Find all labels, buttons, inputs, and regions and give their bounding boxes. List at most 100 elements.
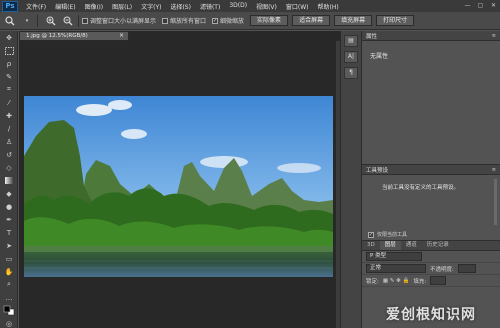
tab-layers[interactable]: 图层 [379, 241, 401, 250]
menu-view[interactable]: 视图(V) [256, 2, 277, 11]
marquee-icon[interactable] [0, 44, 18, 57]
menu-edit[interactable]: 编辑(E) [55, 2, 75, 11]
zoom-in-icon[interactable] [44, 14, 58, 28]
menu-layer[interactable]: 图层(L) [112, 2, 132, 11]
brush-icon[interactable]: ∕ [0, 122, 18, 135]
move-icon[interactable]: ✥ [0, 31, 18, 44]
lock-label: 锁定: [366, 278, 379, 285]
eraser-icon[interactable]: ◇ [0, 161, 18, 174]
menu-file[interactable]: 文件(F) [26, 2, 46, 11]
blend-row: 正常 不透明度: [362, 263, 500, 275]
tool-preset-dropdown-icon[interactable]: ▾ [20, 14, 34, 28]
eyedropper-icon[interactable]: ⁄ [0, 96, 18, 109]
right-panels: 属性 ≡ 无属性 工具预设 ≡ 当前工具没有定义的工具预设。 ✓ 仅限当前工具 … [362, 31, 500, 328]
image-canvas[interactable] [24, 96, 333, 277]
paragraph-panel-icon[interactable]: ¶ [344, 67, 358, 79]
character-panel-icon[interactable]: A| [344, 51, 358, 63]
opacity-field[interactable] [457, 264, 476, 273]
collapsed-panel-column: ▤ A| ¶ [340, 31, 362, 328]
actual-pixels-button[interactable]: 实际像素 [250, 15, 289, 26]
tool-presets-title: 工具预设 [366, 167, 389, 174]
checkbox-label: 调整窗口大小以满屏显示 [90, 18, 157, 25]
menu-filter[interactable]: 滤镜(T) [200, 2, 220, 11]
panel-menu-icon[interactable]: ≡ [492, 167, 496, 173]
kind-filter-dropdown[interactable]: P 类型 [366, 252, 422, 261]
tab-3d[interactable]: 3D [362, 241, 380, 250]
document-tab[interactable]: 1.jpg @ 12.5%(RGB/8) × [19, 31, 129, 41]
close-window-button[interactable]: ✕ [490, 2, 497, 9]
checkmark-icon[interactable]: ✓ [212, 17, 219, 24]
window-controls: — ▢ ✕ [464, 2, 497, 9]
fill-label: 填充: [413, 278, 427, 285]
color-swatch-icon[interactable] [0, 304, 18, 317]
minimize-button[interactable]: — [464, 2, 471, 9]
menu-bar: Ps 文件(F) 编辑(E) 图像(I) 图层(L) 文字(Y) 选择(S) 滤… [0, 0, 500, 12]
pen-icon[interactable]: ✒ [0, 213, 18, 226]
watermark-text: 爱创根知识网 [386, 307, 476, 323]
current-tool-only-checkbox[interactable]: ✓ 仅限当前工具 [368, 231, 407, 238]
dodge-icon[interactable]: ● [0, 200, 18, 213]
layer-filter-row: P 类型 [362, 251, 500, 263]
history-panel-icon[interactable]: ▤ [344, 35, 358, 47]
menu-select[interactable]: 选择(S) [170, 2, 191, 11]
crop-icon[interactable]: ⌗ [0, 83, 18, 96]
presets-scrollbar[interactable] [494, 179, 497, 225]
blur-icon[interactable]: ◆ [0, 187, 18, 200]
zoom-all-windows-checkbox[interactable]: 缩放所有窗口 [162, 16, 206, 25]
zoom-icon[interactable]: ⌕ [0, 278, 18, 291]
opacity-label: 不透明度: [430, 266, 454, 273]
tab-channels[interactable]: 通道 [401, 241, 422, 250]
fit-screen-button[interactable]: 适合屏幕 [292, 15, 331, 26]
menu-type[interactable]: 文字(Y) [141, 2, 161, 11]
lock-row: 锁定: ▦ ✎ ✥ 🔒 填充: [362, 275, 500, 287]
path-select-icon[interactable]: ➤ [0, 239, 18, 252]
checkbox-box[interactable] [162, 17, 169, 24]
quickmask-icon[interactable]: ◎ [0, 317, 18, 328]
fill-screen-button[interactable]: 填充屏幕 [334, 15, 373, 26]
layers-tab-bar: 3D 图层 通道 历史记录 [362, 241, 500, 251]
no-properties-label: 无属性 [370, 53, 389, 60]
checkbox-label: 仅限当前工具 [377, 232, 408, 238]
checkbox-label: 缩放所有窗口 [170, 18, 207, 25]
shape-icon[interactable]: ▭ [0, 252, 18, 265]
hand-icon[interactable]: ✋ [0, 265, 18, 278]
lock-icons[interactable]: ▦ ✎ ✥ 🔒 [383, 278, 410, 284]
document-tab-title: 1.jpg @ 12.5%(RGB/8) [26, 33, 88, 39]
gradient-icon[interactable] [0, 174, 18, 187]
print-size-button[interactable]: 打印尺寸 [376, 15, 415, 26]
properties-title: 属性 [366, 33, 378, 40]
tab-history[interactable]: 历史记录 [422, 241, 454, 250]
close-document-icon[interactable]: × [119, 32, 124, 40]
separator [78, 14, 79, 27]
menu-help[interactable]: 帮助(H) [318, 2, 339, 11]
options-bar: ▾ 调整窗口大小以满屏显示 缩放所有窗口 ✓ 细微缩放 实际像素 适合屏幕 填充… [0, 12, 500, 30]
quick-select-icon[interactable]: ✎ [0, 70, 18, 83]
zoom-tool-icon[interactable] [3, 14, 17, 28]
zoom-out-icon[interactable] [61, 14, 75, 28]
no-presets-text: 当前工具没有定义的工具预设。 [382, 185, 460, 191]
type-icon[interactable]: T [0, 226, 18, 239]
properties-panel-header[interactable]: 属性 ≡ [362, 31, 500, 41]
history-brush-icon[interactable]: ↺ [0, 148, 18, 161]
photoshop-logo: Ps [2, 0, 18, 12]
checkbox-box[interactable] [82, 17, 88, 24]
menu-window[interactable]: 窗口(W) [286, 2, 309, 11]
lasso-icon[interactable]: ρ [0, 57, 18, 70]
fill-field[interactable] [430, 276, 447, 285]
resize-windows-checkbox[interactable]: 调整窗口大小以满屏显示 [82, 16, 156, 25]
landscape-photo [24, 96, 333, 277]
panel-menu-icon[interactable]: ≡ [492, 33, 496, 39]
scrubby-zoom-checkbox[interactable]: ✓ 细微缩放 [212, 16, 244, 25]
more-icon[interactable]: … [0, 291, 18, 304]
tools-panel: ✥ ρ ✎ ⌗ ⁄ ✚ ∕ ♙ ↺ ◇ ◆ ● ✒ T ➤ ▭ ✋ ⌕ … ◎ … [0, 31, 18, 328]
checkmark-icon[interactable]: ✓ [368, 231, 374, 238]
menu-3d[interactable]: 3D(D) [229, 2, 247, 11]
stamp-icon[interactable]: ♙ [0, 135, 18, 148]
checkbox-label: 细微缩放 [220, 18, 245, 25]
maximize-button[interactable]: ▢ [477, 2, 484, 9]
tool-presets-header[interactable]: 工具预设 ≡ [362, 165, 500, 175]
menu-image[interactable]: 图像(I) [85, 2, 103, 11]
healing-icon[interactable]: ✚ [0, 109, 18, 122]
menu-items: 文件(F) 编辑(E) 图像(I) 图层(L) 文字(Y) 选择(S) 滤镜(T… [26, 2, 339, 11]
blend-mode-dropdown[interactable]: 正常 [366, 264, 426, 273]
